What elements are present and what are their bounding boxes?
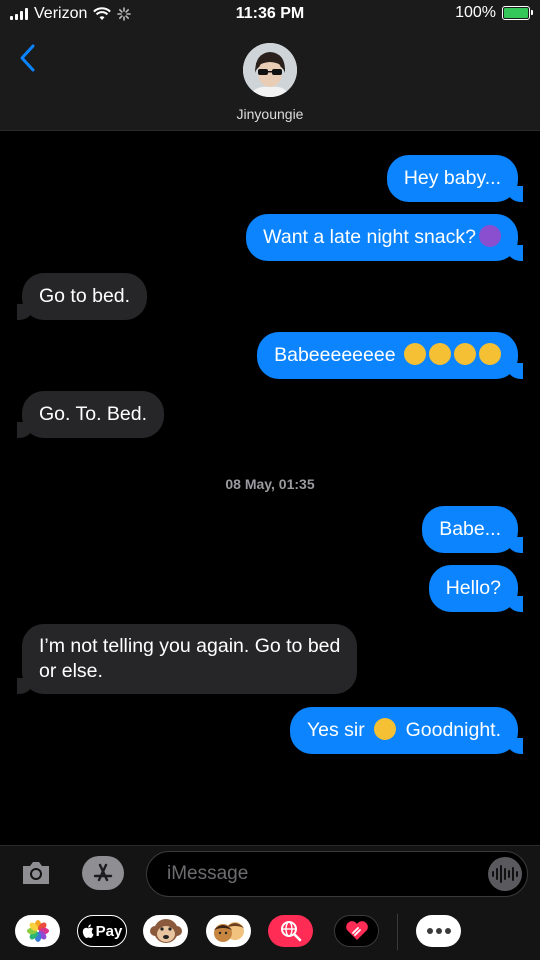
app-drawer-divider — [397, 914, 398, 950]
monkey-face-icon — [149, 919, 182, 943]
message-text: Babeeeeeeee — [274, 344, 396, 366]
battery-percent: 100% — [455, 4, 496, 21]
message-text: Hello? — [445, 577, 501, 599]
status-right: 100% — [455, 4, 533, 22]
memoji-stickers-button[interactable] — [206, 915, 251, 947]
apple-logo-icon — [82, 924, 94, 938]
globe-search-icon — [280, 921, 301, 942]
message-bubble-received[interactable]: Go. To. Bed. — [16, 391, 165, 438]
smiling-devil-emoji-icon — [479, 225, 501, 247]
camera-icon[interactable] — [20, 858, 52, 888]
hearts-touch-icon — [345, 921, 368, 940]
loudly-crying-face-emoji-icon — [479, 343, 501, 365]
battery-icon — [502, 6, 533, 20]
message-bubble-received[interactable]: Go to bed. — [16, 273, 148, 320]
app-drawer: Pay — [0, 908, 540, 956]
message-text-line: or else. — [39, 660, 103, 682]
message-bubble-received[interactable]: I’m not telling you again. Go to bed or … — [16, 624, 358, 694]
message-text: Want a late night snack? — [263, 226, 476, 248]
message-bubble-sent[interactable]: Babeeeeeeee — [257, 332, 523, 379]
pleading-face-emoji-icon — [404, 343, 426, 365]
message-bubble-sent[interactable]: Babe... — [422, 506, 523, 553]
confounded-face-emoji-icon — [429, 343, 451, 365]
photos-app-button[interactable] — [15, 915, 60, 947]
message-bubble-sent[interactable]: Yes sir Goodnight. — [289, 707, 524, 754]
status-bar: Verizon 11:36 PM 100% — [0, 0, 540, 28]
conversation-header: Verizon 11:36 PM 100% Jinyoungie — [0, 0, 540, 131]
app-store-button[interactable] — [82, 856, 124, 890]
flushed-face-emoji-icon — [374, 718, 397, 740]
apple-pay-button[interactable]: Pay — [77, 915, 127, 947]
message-bubble-sent[interactable]: Hello? — [428, 565, 524, 612]
ellipsis-icon — [426, 928, 451, 934]
message-text: Goodnight. — [405, 719, 501, 741]
apple-pay-label: Pay — [95, 922, 123, 940]
contact-name[interactable]: Jinyoungie — [0, 106, 540, 122]
photos-flower-icon — [26, 920, 49, 942]
animoji-app-button[interactable] — [143, 915, 188, 947]
contact-avatar[interactable] — [243, 43, 297, 97]
message-bubble-sent[interactable]: Want a late night snack? — [246, 214, 523, 261]
more-apps-button[interactable] — [416, 915, 461, 947]
app-store-icon — [93, 863, 113, 882]
audio-message-button[interactable] — [488, 857, 522, 891]
back-chevron-icon[interactable] — [14, 40, 42, 76]
message-text: Go to bed. — [39, 285, 131, 307]
memoji-faces-icon — [213, 922, 244, 942]
digital-touch-button[interactable] — [334, 915, 379, 947]
message-bubble-sent[interactable]: Hey baby... — [386, 155, 524, 202]
tired-face-emoji-icon — [454, 343, 476, 365]
message-text: Hey baby... — [403, 167, 501, 189]
date-separator: 08 May, 01:35 — [225, 476, 315, 492]
message-text-line: I’m not telling you again. Go to bed — [39, 635, 341, 657]
imessage-input[interactable] — [146, 851, 528, 897]
message-text: Yes sir — [306, 719, 365, 741]
message-text: Go. To. Bed. — [39, 403, 148, 425]
avatar-photo-icon — [243, 43, 297, 97]
images-search-button[interactable] — [268, 915, 313, 947]
message-text: Babe... — [439, 518, 501, 540]
